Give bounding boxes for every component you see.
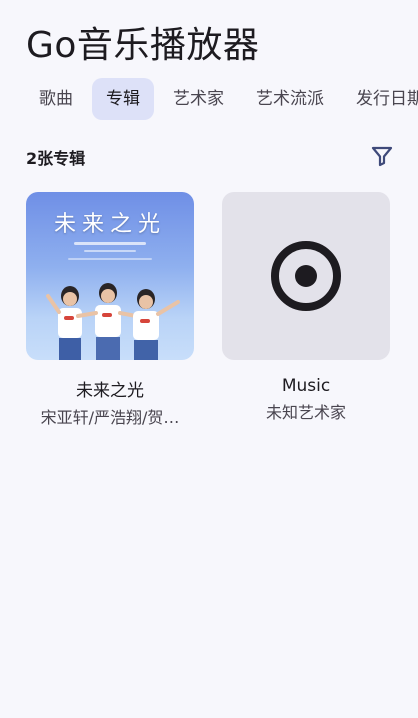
album-count: 2张专辑 <box>26 149 86 168</box>
filter-icon-graphic <box>371 146 393 167</box>
album-title: Music <box>281 376 331 396</box>
album-title: 未来之光 <box>76 381 144 401</box>
tab-artists[interactable]: 艺术家 <box>160 78 237 120</box>
album-card-2[interactable]: Music 未知艺术家 <box>222 192 390 423</box>
tab-bar: 歌曲 专辑 艺术家 艺术流派 发行日期 <box>26 78 418 120</box>
app-title: Go音乐播放器 <box>26 25 260 66</box>
album-artist: 宋亚轩/严浩翔/贺… <box>40 408 180 427</box>
album-cover-art <box>46 242 180 360</box>
album-cover-2 <box>222 192 390 360</box>
tab-albums[interactable]: 专辑 <box>92 78 154 120</box>
album-cover-1: 未来之光 <box>26 192 194 360</box>
album-card-1[interactable]: 未来之光 未来之光 宋亚轩/严浩翔/贺… <box>26 192 194 428</box>
tab-release-date[interactable]: 发行日期 <box>343 78 418 120</box>
album-artist: 未知艺术家 <box>265 403 346 422</box>
filter-icon[interactable] <box>370 144 394 168</box>
tab-songs[interactable]: 歌曲 <box>26 78 86 120</box>
tab-genres[interactable]: 艺术流派 <box>243 78 337 120</box>
album-disc-icon <box>271 241 341 311</box>
